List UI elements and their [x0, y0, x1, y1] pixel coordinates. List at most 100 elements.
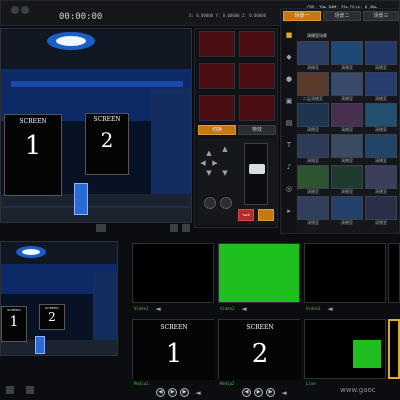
gallery-thumb [331, 103, 363, 127]
preview-settings-icon[interactable] [182, 224, 190, 232]
gallery-item[interactable]: 演播室 [297, 165, 329, 195]
tab-switch[interactable]: 切换 [198, 125, 236, 135]
gallery-item[interactable]: 演播室 [365, 103, 397, 133]
timecode: 00:00:00 [59, 12, 103, 22]
zoom-up-icon[interactable]: ▲ [220, 145, 230, 155]
gallery-item[interactable]: 演播室 [297, 196, 329, 226]
gallery-item[interactable]: 演播室 [365, 41, 397, 71]
transition-thumb[interactable] [199, 63, 235, 89]
transition-thumb[interactable] [239, 31, 275, 57]
monitor-label-video2: Video2 [220, 306, 235, 311]
speaker-icon[interactable]: ◄ [154, 305, 162, 313]
forward-icon[interactable]: ▶ [266, 388, 275, 397]
gallery-item[interactable]: 演播室 [365, 196, 397, 226]
program-menu-icon[interactable] [26, 386, 34, 394]
studio-screen-2: SCREEN 2 [85, 113, 129, 175]
transition-thumb[interactable] [199, 95, 235, 121]
monitor-video3[interactable] [304, 243, 386, 303]
preview-expand-icon[interactable] [170, 224, 178, 232]
gallery-caption: 演播室 [307, 65, 319, 70]
gallery-thumb [331, 41, 363, 65]
take-button[interactable]: TAKE [238, 209, 254, 221]
speaker-icon[interactable]: ◄ [280, 389, 288, 397]
monitor-video1[interactable] [132, 243, 214, 303]
arrow-right-icon[interactable]: ▶ [210, 159, 220, 169]
arrow-left-icon[interactable]: ◀ [198, 159, 208, 169]
gallery-item[interactable]: 演播室 [297, 41, 329, 71]
gallery-tab-1[interactable]: 场景一 [283, 11, 321, 21]
category-text-icon[interactable]: T [284, 141, 294, 151]
transition-thumb[interactable] [239, 63, 275, 89]
gallery-thumb [331, 165, 363, 189]
gallery-item[interactable]: 演播室 [297, 134, 329, 164]
preview-tool-icon[interactable] [96, 224, 106, 232]
position-readout: X: 0.00000 Y: 0.00000 Z: 0.00000 [189, 13, 267, 18]
gallery-thumb [365, 41, 397, 65]
play-icon[interactable]: ▶ [254, 388, 263, 397]
auto-button[interactable] [258, 209, 274, 221]
gallery-item[interactable]: 演播室 [331, 134, 363, 164]
preset-button[interactable] [220, 197, 232, 209]
tbar-slider[interactable] [244, 143, 268, 205]
gallery-item[interactable]: 演播室 [331, 103, 363, 133]
monitor-media2[interactable]: SCREEN 2 [218, 319, 301, 380]
live-green-square [353, 340, 381, 368]
monitor-video2[interactable] [218, 243, 300, 303]
rewind-icon[interactable]: ◀ [242, 388, 251, 397]
gallery-thumb [297, 103, 329, 127]
gallery-caption: 演播室 [375, 189, 387, 194]
category-object-icon[interactable]: ◆ [284, 53, 294, 63]
gallery-item[interactable]: 演播室 [365, 134, 397, 164]
tab-effects[interactable]: 特效 [238, 125, 276, 135]
app-window: 00:00:00 X: 0.00000 Y: 0.00000 Z: 0.0000… [0, 0, 400, 400]
gallery-item[interactable]: 演播室 [297, 103, 329, 133]
monitor-label-video1: Video1 [134, 306, 149, 311]
forward-icon[interactable]: ▶ [180, 388, 189, 397]
monitor-partial-selected[interactable] [388, 319, 400, 379]
speaker-icon[interactable]: ◄ [194, 389, 202, 397]
program-home-icon[interactable] [6, 386, 14, 394]
stop-indicator-icon[interactable] [21, 6, 29, 14]
speaker-icon[interactable]: ◄ [326, 305, 334, 313]
monitor-media1[interactable]: SCREEN 1 [132, 319, 215, 380]
category-lighting-icon[interactable]: ● [284, 75, 294, 85]
category-studio-icon[interactable]: ■ [284, 31, 294, 41]
gallery-item[interactable]: 演播室 [331, 165, 363, 195]
gallery-caption: 演播室 [307, 189, 319, 194]
studio-screen-1: SCREEN 1 [4, 114, 62, 196]
studio-preview[interactable]: SCREEN 1 SCREEN 2 [0, 28, 192, 223]
watermark: www.gaoc [340, 386, 376, 394]
record-indicator-icon[interactable] [11, 6, 19, 14]
play-icon[interactable]: ▶ [168, 388, 177, 397]
tbar-handle[interactable] [249, 164, 265, 174]
monitor-partial[interactable] [388, 243, 400, 303]
transition-thumb[interactable] [199, 31, 235, 57]
gallery-item[interactable]: 演播室 [331, 41, 363, 71]
gallery-section-header: 演播室场景 [307, 33, 327, 38]
arrow-up-icon[interactable]: ▲ [204, 149, 214, 159]
media2-screen: SCREEN 2 [219, 320, 301, 380]
rewind-icon[interactable]: ◀ [156, 388, 165, 397]
transition-thumb[interactable] [239, 95, 275, 121]
category-audio-icon[interactable]: ♪ [284, 163, 294, 173]
category-screen-icon[interactable]: ▤ [284, 119, 294, 129]
category-globe-icon[interactable]: ◎ [284, 185, 294, 195]
scene-gallery: 场景一 场景二 场景三 ■ ◆ ● ▣ ▤ T ♪ ◎ ▸ 演播室场景 演播室演… [280, 8, 400, 234]
gallery-caption: 演播室 [341, 127, 353, 132]
arrow-down-icon[interactable]: ▼ [204, 169, 214, 179]
gallery-item[interactable]: 演播室 [365, 165, 397, 195]
gallery-tab-2[interactable]: 场景二 [323, 11, 361, 21]
gallery-item[interactable]: 二层演播室 [297, 72, 329, 102]
gallery-item[interactable]: 演播室 [331, 72, 363, 102]
zoom-down-icon[interactable]: ▼ [220, 169, 230, 179]
gallery-item[interactable]: 演播室 [331, 196, 363, 226]
speaker-icon[interactable]: ◄ [240, 305, 248, 313]
category-camera-icon[interactable]: ▣ [284, 97, 294, 107]
preset-button[interactable] [204, 197, 216, 209]
gallery-item[interactable]: 演播室 [365, 72, 397, 102]
category-more-icon[interactable]: ▸ [284, 207, 294, 217]
monitor-live[interactable] [304, 319, 386, 379]
gallery-tab-3[interactable]: 场景三 [363, 11, 399, 21]
program-output[interactable]: SCREEN 1 SCREEN 2 [0, 241, 118, 356]
gallery-caption: 演播室 [341, 96, 353, 101]
